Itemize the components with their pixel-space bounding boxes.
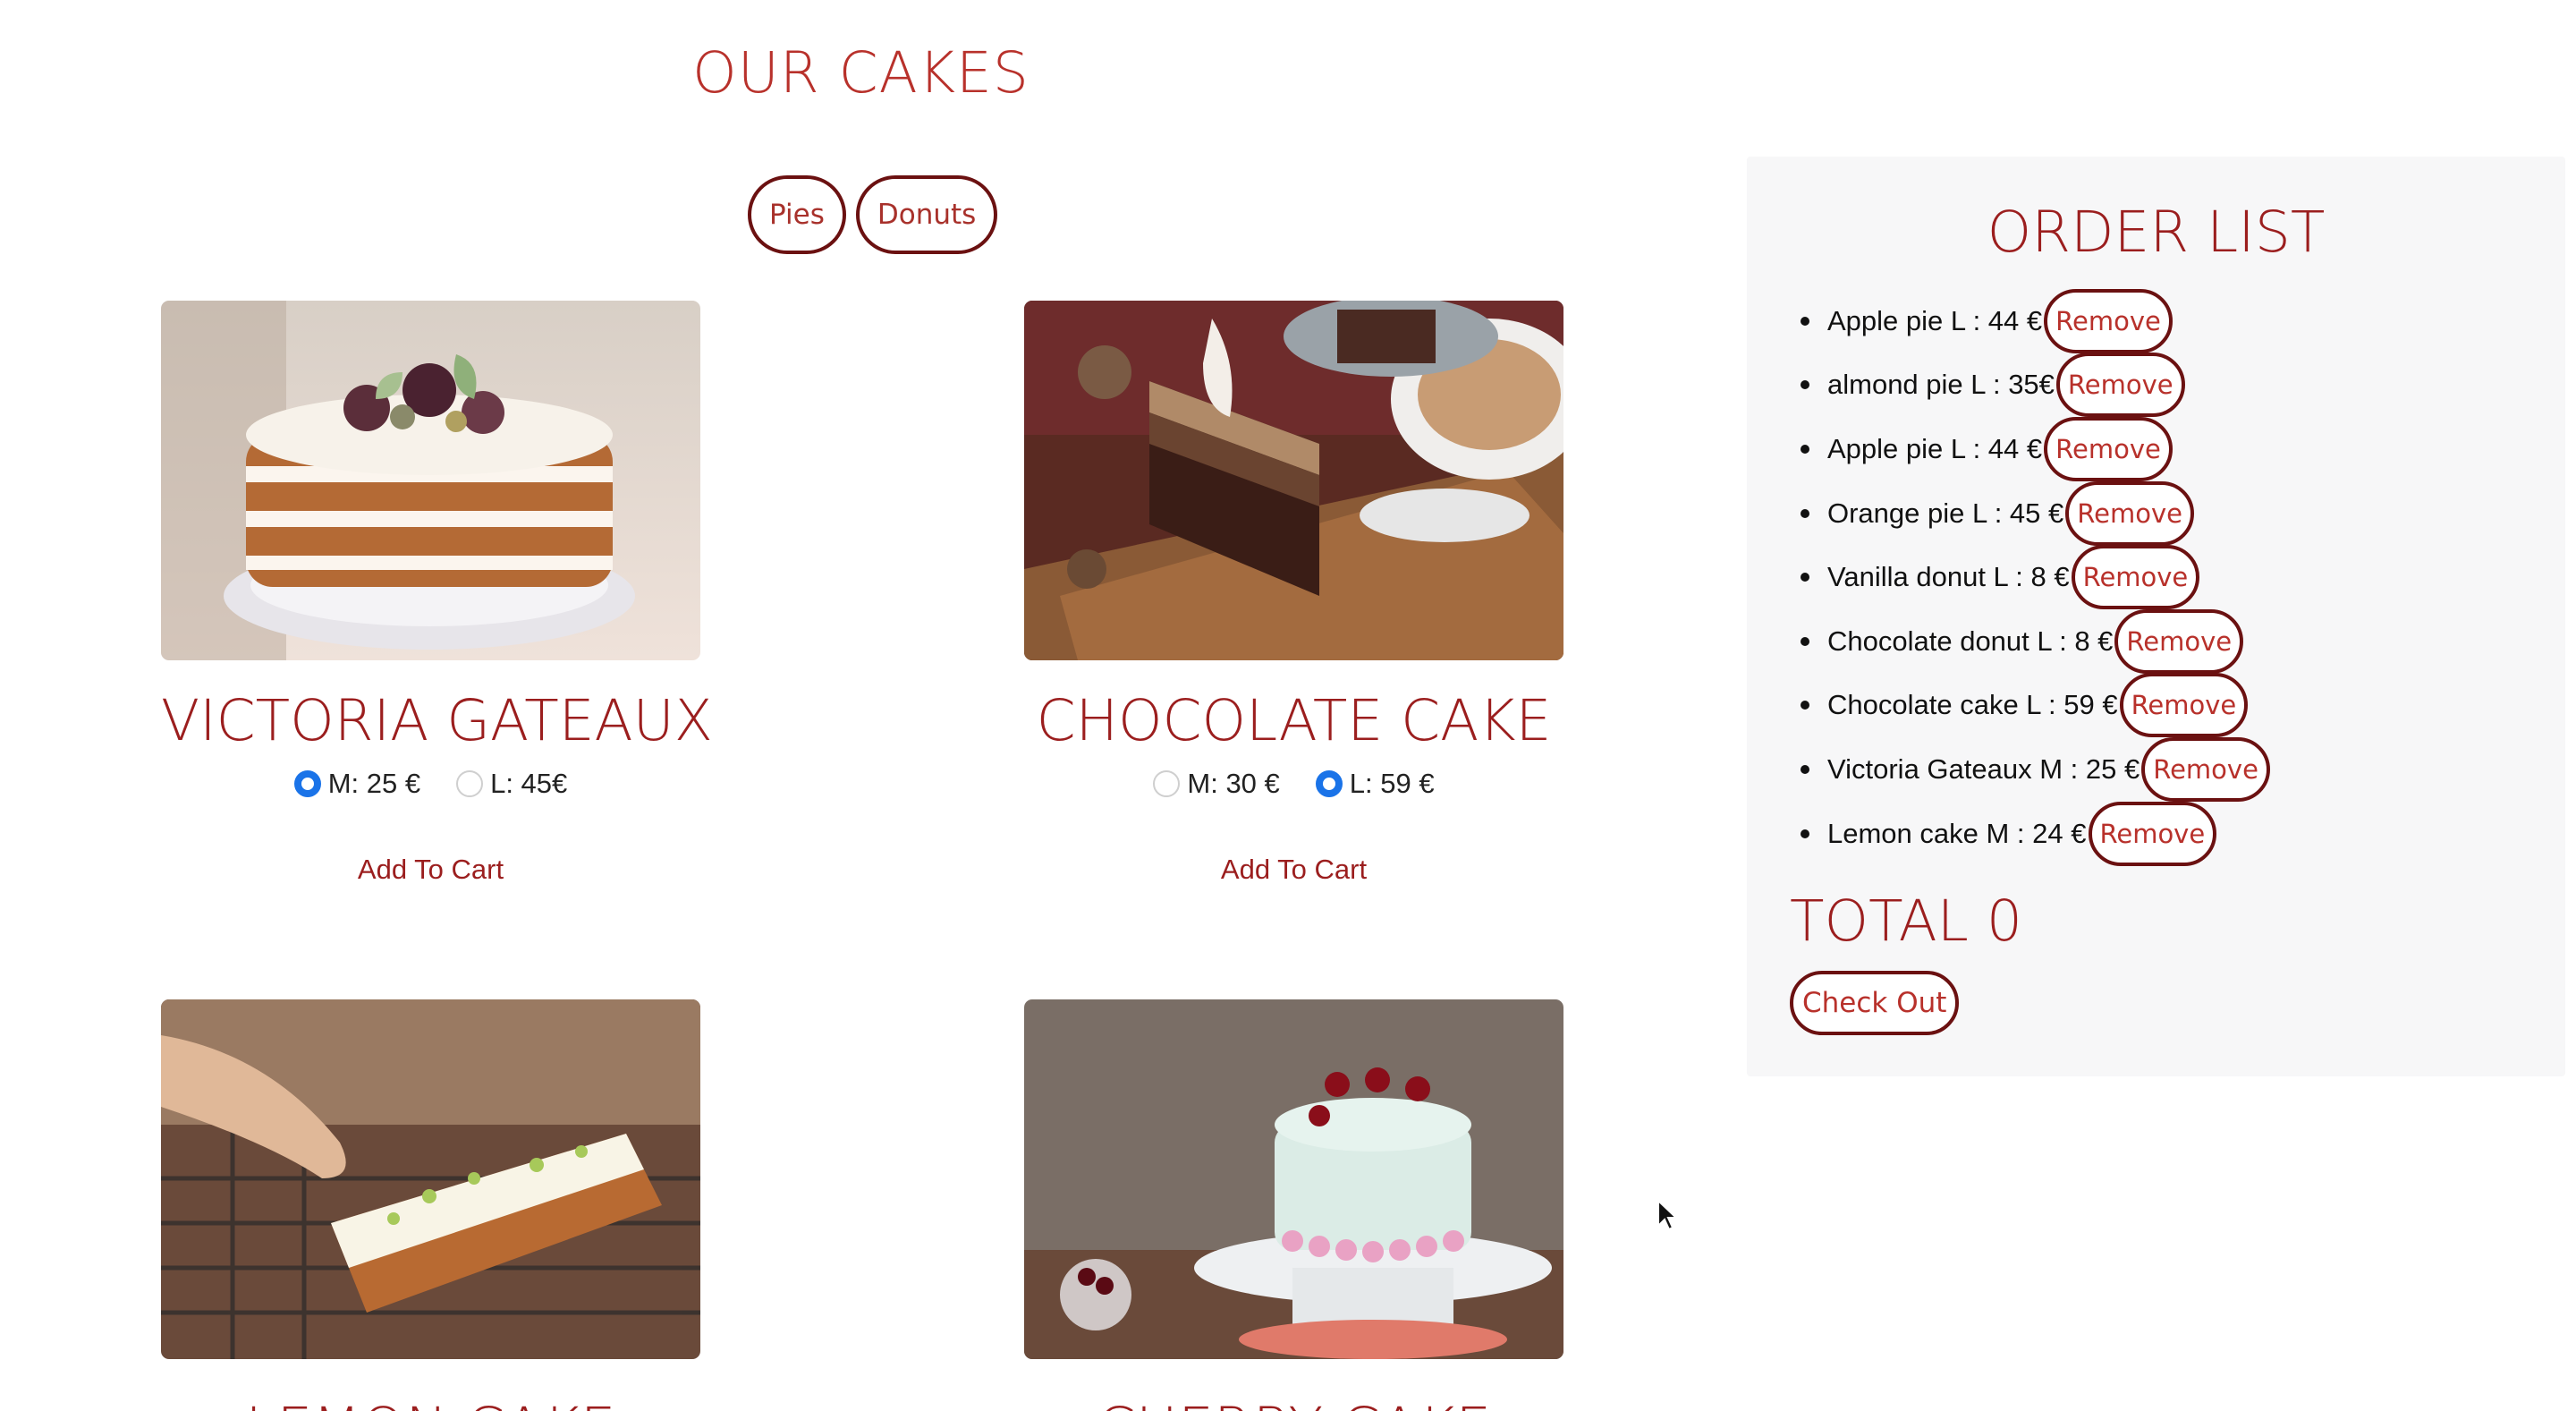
order-list: Apple pie L : 44 € Remove almond pie L :… [1801,288,2270,866]
order-item: Orange pie L : 45 € Remove [1801,480,2270,546]
bullet-icon [1801,444,1809,454]
bullet-icon [1801,764,1809,774]
size-option-l[interactable]: L: 59 € [1315,768,1435,800]
radio-unchecked[interactable] [456,770,484,797]
order-list-title: ORDER LIST [1987,200,2326,265]
remove-button[interactable]: Remove [2088,801,2217,866]
bullet-icon [1801,316,1809,326]
order-item: Apple pie L : 44 € Remove [1801,416,2270,481]
size-options: M: 30 € L: 59 € [1024,768,1563,800]
remove-button[interactable]: Remove [2044,416,2173,481]
bullet-icon [1801,573,1809,582]
order-item-text: Chocolate cake L : 59 € [1827,689,2118,721]
size-option-l[interactable]: L: 45€ [456,768,567,800]
order-item-text: Victoria Gateaux M : 25 € [1827,752,2140,785]
radio-unchecked[interactable] [1153,770,1181,797]
order-item-text: almond pie L : 35€ [1827,369,2055,401]
size-label: L: 45€ [490,768,568,799]
add-to-cart-button[interactable]: Add To Cart [161,854,700,886]
product-name: CHOCOLATE CAKE [1036,688,1552,753]
remove-button[interactable]: Remove [2141,736,2270,802]
checkout-button[interactable]: Check Out [1790,971,1960,1035]
order-item-text: Lemon cake M : 24 € [1827,817,2087,849]
product-name: CHERRY CAKE [1024,1393,1563,1411]
bullet-icon [1801,380,1809,390]
bullet-icon [1801,636,1809,646]
product-card-cherry-cake [1024,999,1563,1359]
product-image-lemon-cake [161,999,700,1359]
order-item: Chocolate donut L : 8 € Remove [1801,608,2270,674]
radio-checked[interactable] [293,770,321,797]
size-label: M: 30 € [1187,768,1280,799]
order-item: almond pie L : 35€ Remove [1801,353,2270,418]
size-label: M: 25 € [327,768,421,799]
product-card-lemon-cake [161,999,700,1359]
remove-button[interactable]: Remove [2114,608,2244,674]
mouse-cursor-icon [1657,1199,1678,1231]
product-image-victoria-gateaux [161,301,700,660]
remove-button[interactable]: Remove [2044,288,2173,353]
order-total: TOTAL 0 [1790,888,2022,954]
remove-button[interactable]: Remove [2071,545,2200,610]
product-image-chocolate-cake [1024,301,1563,660]
order-item: Apple pie L : 44 € Remove [1801,288,2270,353]
bullet-icon [1801,508,1809,518]
product-card-victoria-gateaux: VICTORIA GATEAUX M: 25 € L: 45€ Add To C… [161,301,713,886]
order-item-text: Orange pie L : 45 € [1827,497,2064,529]
order-item-text: Vanilla donut L : 8 € [1827,561,2070,593]
category-filters: Pies Donuts [748,175,998,254]
order-item: Victoria Gateaux M : 25 € Remove [1801,736,2270,802]
size-options: M: 25 € L: 45€ [161,768,700,800]
size-label: L: 59 € [1349,768,1435,799]
size-option-m[interactable]: M: 25 € [293,768,421,800]
bullet-icon [1801,701,1809,710]
remove-button[interactable]: Remove [2119,673,2249,738]
page-title: OUR CAKES [692,40,1030,106]
remove-button[interactable]: Remove [2065,480,2194,546]
product-card-chocolate-cake: CHOCOLATE CAKE M: 30 € L: 59 € Add To Ca… [1024,301,1563,886]
order-panel: ORDER LIST Apple pie L : 44 € Remove alm… [1747,157,2565,1076]
add-to-cart-button[interactable]: Add To Cart [1024,854,1563,886]
order-item: Lemon cake M : 24 € Remove [1801,801,2270,866]
filter-donuts-button[interactable]: Donuts [855,175,998,254]
order-item: Chocolate cake L : 59 € Remove [1801,673,2270,738]
product-name: LEMON CAKE [161,1393,700,1411]
remove-button[interactable]: Remove [2055,353,2185,418]
filter-pies-button[interactable]: Pies [748,175,846,254]
size-option-m[interactable]: M: 30 € [1153,768,1280,800]
order-item: Vanilla donut L : 8 € Remove [1801,545,2270,610]
bullet-icon [1801,829,1809,838]
order-item-text: Apple pie L : 44 € [1827,304,2043,336]
product-image-cherry-cake [1024,999,1563,1359]
radio-checked[interactable] [1315,770,1343,797]
product-name: VICTORIA GATEAUX [161,688,713,753]
order-item-text: Apple pie L : 44 € [1827,432,2043,464]
order-item-text: Chocolate donut L : 8 € [1827,625,2114,657]
